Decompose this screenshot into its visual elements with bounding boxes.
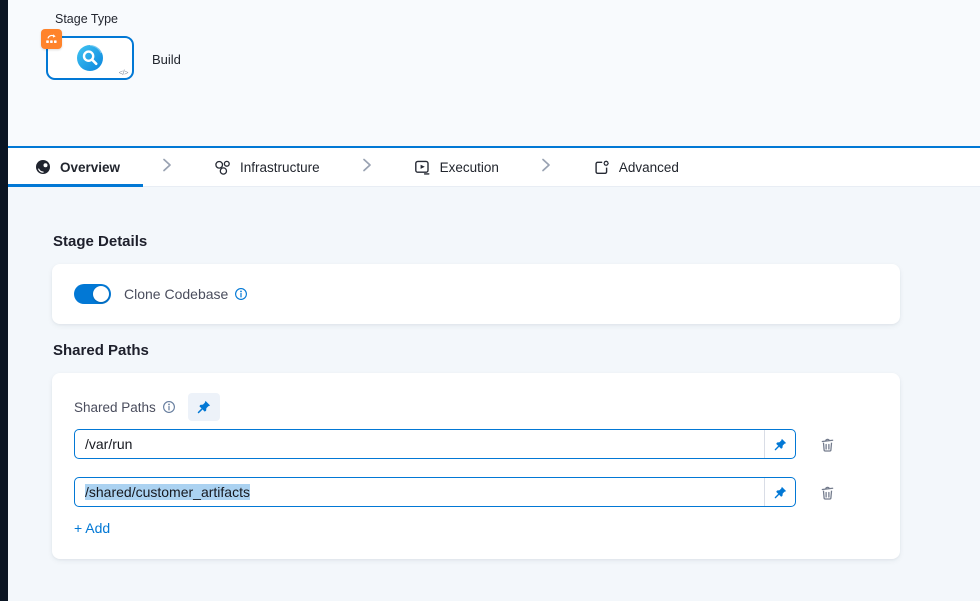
shared-path-value: /shared/customer_artifacts	[85, 484, 250, 500]
overview-icon	[35, 159, 51, 175]
stage-tab-bar: Overview Infrastructure Execution	[8, 148, 980, 187]
toggle-knob	[93, 286, 109, 302]
infrastructure-icon	[214, 159, 231, 176]
chevron-separator-icon	[541, 157, 551, 178]
shared-paths-card: Shared Paths /var/run	[52, 373, 900, 559]
chevron-separator-icon	[162, 157, 172, 178]
advanced-icon	[593, 159, 610, 176]
shared-path-row: /var/run	[74, 429, 878, 459]
tab-overview[interactable]: Overview	[35, 159, 120, 175]
pin-all-button[interactable]	[188, 393, 220, 421]
stage-type-label: Stage Type	[55, 12, 118, 26]
pin-icon	[774, 438, 787, 451]
add-path-button[interactable]: + Add	[74, 520, 110, 536]
stage-type-value: Build	[152, 52, 181, 67]
stage-details-card: Clone Codebase	[52, 264, 900, 324]
delete-path-button[interactable]	[811, 431, 843, 457]
ci-build-icon	[76, 44, 104, 72]
tab-label: Execution	[440, 160, 499, 175]
trash-icon	[819, 484, 836, 501]
stage-type-card[interactable]: </>	[46, 36, 134, 80]
left-panel-edge	[0, 0, 8, 601]
overview-tab-panel: Stage Details Clone Codebase Shared Path…	[8, 187, 980, 601]
pipeline-badge-icon	[41, 29, 62, 49]
tab-label: Advanced	[619, 160, 679, 175]
info-icon[interactable]	[162, 400, 176, 414]
shared-paths-field-label: Shared Paths	[74, 400, 156, 415]
shared-paths-heading: Shared Paths	[53, 342, 149, 359]
tab-advanced[interactable]: Advanced	[593, 159, 679, 176]
shared-path-input-1[interactable]: /var/run	[74, 429, 796, 459]
clone-codebase-toggle[interactable]	[74, 284, 111, 304]
pin-icon	[197, 400, 211, 414]
code-icon: </>	[119, 68, 128, 77]
shared-path-value: /var/run	[85, 436, 132, 452]
shared-path-row: /shared/customer_artifacts	[74, 477, 878, 507]
tab-label: Infrastructure	[240, 160, 320, 175]
tab-infrastructure[interactable]: Infrastructure	[214, 159, 320, 176]
execution-icon	[414, 159, 431, 176]
stage-details-heading: Stage Details	[53, 233, 147, 250]
chevron-separator-icon	[362, 157, 372, 178]
input-pin-button[interactable]	[764, 478, 795, 506]
tab-execution[interactable]: Execution	[414, 159, 499, 176]
input-pin-button[interactable]	[764, 430, 795, 458]
clone-codebase-label: Clone Codebase	[124, 286, 248, 302]
stage-type-section: Stage Type	[8, 0, 980, 146]
delete-path-button[interactable]	[811, 479, 843, 505]
trash-icon	[819, 436, 836, 453]
pin-icon	[774, 486, 787, 499]
info-icon[interactable]	[234, 287, 248, 301]
tab-label: Overview	[60, 160, 120, 175]
shared-path-input-2[interactable]: /shared/customer_artifacts	[74, 477, 796, 507]
